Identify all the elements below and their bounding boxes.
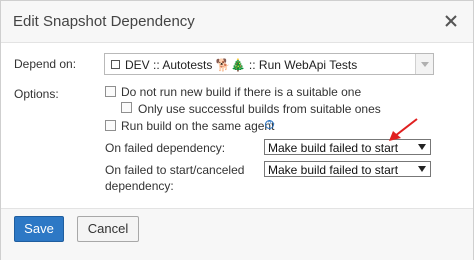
cancel-button[interactable]: Cancel: [77, 216, 139, 242]
depend-on-value: DEV :: Autotests 🐕🎄 :: Run WebApi Tests: [125, 58, 358, 72]
annotation-arrow-icon: [389, 118, 418, 141]
on-failed-to-start-value: Make build failed to start: [268, 163, 399, 177]
run-on-same-agent-checkbox[interactable]: [105, 120, 116, 131]
dialog-titlebar: Edit Snapshot Dependency: [1, 1, 473, 43]
dialog-title: Edit Snapshot Dependency: [13, 13, 195, 30]
on-failed-to-start-label-line2: dependency:: [105, 179, 174, 193]
on-failed-to-start-select[interactable]: Make build failed to start: [264, 161, 431, 177]
only-successful-builds-checkbox[interactable]: [121, 102, 132, 113]
depend-on-label: Depend on:: [14, 57, 77, 71]
depend-on-select[interactable]: DEV :: Autotests 🐕🎄 :: Run WebApi Tests: [104, 53, 434, 75]
save-button[interactable]: Save: [14, 216, 64, 242]
build-config-icon: [111, 60, 120, 69]
depend-on-dropdown-button[interactable]: [415, 54, 433, 74]
run-on-same-agent-label: Run build on the same agent: [121, 119, 275, 133]
chevron-down-icon: [421, 62, 429, 67]
only-successful-builds-label: Only use successful builds from suitable…: [138, 102, 381, 116]
edit-snapshot-dependency-dialog: Edit Snapshot Dependency Depend on: DEV …: [0, 0, 474, 260]
do-not-run-new-build-checkbox[interactable]: [105, 86, 116, 97]
on-failed-dependency-label: On failed dependency:: [105, 141, 226, 155]
do-not-run-new-build-label: Do not run new build if there is a suita…: [121, 85, 362, 99]
dialog-footer: [1, 208, 473, 260]
close-icon[interactable]: [441, 11, 461, 31]
options-label: Options:: [14, 87, 59, 101]
chevron-down-icon: [418, 166, 426, 172]
help-icon[interactable]: ?: [265, 120, 274, 129]
on-failed-to-start-label-line1: On failed to start/canceled: [105, 163, 245, 177]
on-failed-dependency-value: Make build failed to start: [268, 141, 399, 155]
